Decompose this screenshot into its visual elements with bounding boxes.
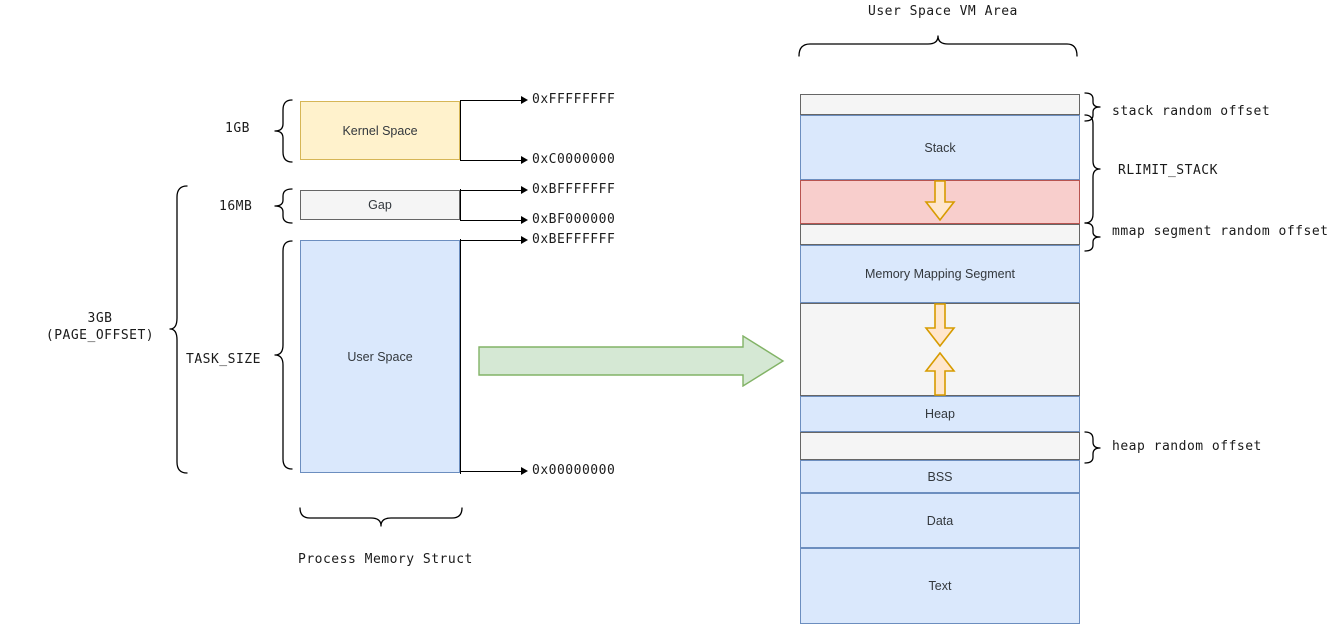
leader-line-addr-0 — [460, 100, 522, 101]
riser-kernel — [460, 100, 461, 161]
address-label-0: 0xFFFFFFFF — [532, 92, 616, 107]
riser-gap — [460, 189, 461, 221]
arrowhead-addr-4 — [521, 235, 528, 244]
arrowhead-addr-2 — [521, 185, 528, 194]
arrowhead-addr-0 — [521, 95, 528, 104]
block-memory-mapping-segment: Memory Mapping Segment — [800, 245, 1080, 303]
stack-grows-down-arrow-icon — [924, 180, 956, 222]
block-label-heap: Heap — [925, 407, 955, 421]
diagram-title-left: Process Memory Struct — [298, 552, 473, 567]
annotation-heap-random-offset: heap random offset — [1112, 439, 1262, 454]
size-label-task-size: TASK_SIZE — [186, 352, 261, 367]
address-label-1: 0xC0000000 — [532, 152, 616, 167]
size-label-kernel: 1GB — [225, 121, 250, 136]
size-label-total-line2: (PAGE_OFFSET) — [45, 328, 155, 343]
arrowhead-addr-3 — [521, 215, 528, 224]
annotation-rlimit-stack: RLIMIT_STACK — [1118, 163, 1218, 178]
arrowhead-addr-5 — [521, 466, 528, 475]
leader-line-addr-3 — [460, 220, 522, 221]
diagram-canvas: 1GB 16MB 3GB (PAGE_OFFSET) TASK_SIZE Ker… — [0, 0, 1331, 624]
block-stack: Stack — [800, 115, 1080, 180]
block-label-memory-mapping-segment: Memory Mapping Segment — [864, 267, 1016, 281]
brace-kernel-size — [274, 99, 293, 163]
block-heap: Heap — [800, 396, 1080, 432]
brace-gap-size — [274, 188, 293, 224]
size-label-total-line1: 3GB — [87, 311, 113, 326]
leader-line-addr-1 — [460, 160, 522, 161]
block-label-kernel-space: Kernel Space — [342, 123, 418, 138]
annotation-mmap-segment-random-offset: mmap segment random offset — [1112, 224, 1329, 239]
annotation-stack-random-offset: stack random offset — [1112, 104, 1271, 119]
brace-user-space-vm-area — [798, 35, 1078, 57]
brace-mmap-segment-random-offset — [1084, 222, 1101, 252]
block-label-text: Text — [928, 579, 952, 593]
mmap-grows-down-arrow-icon — [924, 303, 956, 347]
block-kernel-space: Kernel Space — [300, 101, 460, 160]
block-heap-random-offset-region — [800, 432, 1080, 460]
leader-line-addr-2 — [460, 190, 522, 191]
brace-heap-random-offset — [1084, 431, 1101, 464]
brace-rlimit-stack — [1084, 114, 1101, 224]
address-label-3: 0xBF000000 — [532, 212, 616, 227]
block-user-space: User Space — [300, 240, 460, 473]
block-bss: BSS — [800, 460, 1080, 493]
brace-total-size — [169, 185, 188, 474]
address-label-4: 0xBEFFFFFF — [532, 232, 616, 247]
address-label-2: 0xBFFFFFFF — [532, 182, 616, 197]
brace-process-memory-struct — [299, 507, 463, 527]
block-label-data: Data — [926, 513, 954, 528]
size-label-gap: 16MB — [219, 199, 253, 214]
heap-grows-up-arrow-icon — [924, 352, 956, 396]
leader-line-addr-5 — [460, 471, 522, 472]
address-label-5: 0x00000000 — [532, 463, 616, 478]
block-mmap-random-offset-region — [800, 224, 1080, 245]
block-gap: Gap — [300, 190, 460, 220]
block-stack-random-offset-region — [800, 94, 1080, 115]
block-label-user-space: User Space — [347, 349, 413, 364]
block-label-stack: Stack — [924, 140, 956, 155]
leader-line-addr-4 — [460, 240, 522, 241]
brace-task-size — [274, 240, 293, 470]
block-label-gap: Gap — [368, 198, 392, 212]
riser-user — [460, 239, 461, 474]
diagram-title-right: User Space VM Area — [868, 4, 1018, 19]
block-label-bss: BSS — [927, 469, 953, 484]
block-data: Data — [800, 493, 1080, 548]
transition-arrow-icon — [478, 335, 785, 387]
arrowhead-addr-1 — [521, 155, 528, 164]
block-text: Text — [800, 548, 1080, 624]
